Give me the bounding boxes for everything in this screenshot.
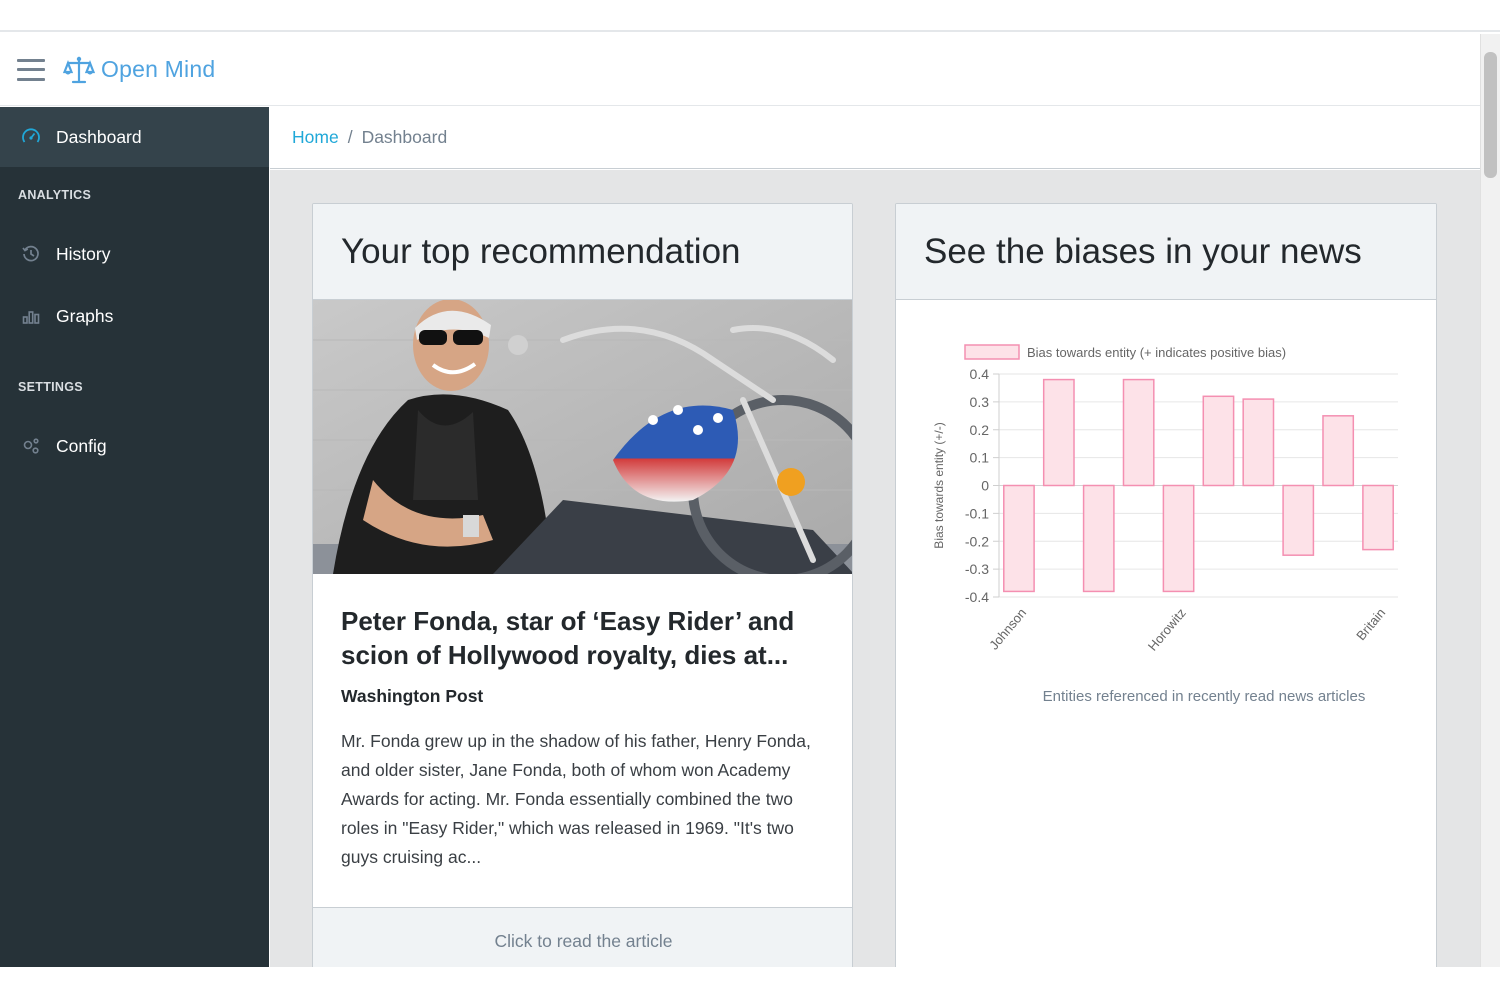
y-tick-label: 0.2: [970, 422, 990, 438]
sidebar: Dashboard ANALYTICS History Graphs SETTI…: [0, 107, 269, 967]
scales-icon: [63, 56, 95, 83]
article-excerpt: Mr. Fonda grew up in the shadow of his f…: [341, 731, 811, 867]
bias-chart-svg: 0.4 0.3 0.2 0.1 0 -0.1 -0.2 -0.3 -0.4 Bias toward…: [932, 344, 1398, 654]
bias-card: See the biases in your news 0.4 0.3 0.2 0.1…: [895, 203, 1437, 973]
brand-name: Open Mind: [101, 56, 216, 82]
x-tick-label: Horowitz: [1145, 605, 1189, 653]
chart-bar: [1362, 484, 1394, 551]
gears-icon: [20, 435, 42, 457]
article-photo[interactable]: [313, 300, 853, 574]
sidebar-item-dashboard[interactable]: Dashboard: [0, 107, 269, 167]
chart-bar: [1042, 378, 1075, 487]
bias-chart: 0.4 0.3 0.2 0.1 0 -0.1 -0.2 -0.3 -0.4 Bias toward…: [896, 301, 1436, 901]
bottom-strip: [0, 967, 1500, 1000]
y-tick-label: -0.4: [965, 589, 989, 605]
browser-top-strip: [0, 0, 1500, 32]
legend-swatch: [964, 344, 1020, 360]
main-content: Your top recommendation Peter Fonda, sta…: [270, 170, 1480, 973]
breadcrumb-separator: /: [347, 127, 353, 147]
speedometer-icon: [20, 126, 42, 148]
y-tick-label: -0.2: [965, 533, 989, 549]
sidebar-section-title-analytics: ANALYTICS: [18, 188, 92, 202]
sidebar-item-label: Dashboard: [56, 126, 142, 147]
chart-bar: [1242, 398, 1275, 487]
app-header: Open Mind: [0, 34, 1480, 106]
article-source: Washington Post: [341, 686, 484, 706]
legend-label: Bias towards entity (+ indicates positiv…: [1027, 345, 1286, 360]
x-tick-label: Britain: [1353, 605, 1388, 643]
article-body: Peter Fonda, star of ‘Easy Rider’ and sc…: [313, 574, 852, 872]
sidebar-section-title-settings: SETTINGS: [18, 380, 83, 394]
recommendation-card: Your top recommendation Peter Fonda, sta…: [312, 203, 853, 973]
y-axis-label: Bias towards entity (+/-): [932, 422, 946, 548]
sidebar-item-label: History: [56, 243, 111, 264]
bar-chart-icon: [20, 305, 42, 327]
sidebar-item-label: Graphs: [56, 305, 114, 326]
y-tick-label: -0.3: [965, 561, 989, 577]
sidebar-item-history[interactable]: History: [0, 223, 269, 285]
breadcrumb: Home / Dashboard: [270, 107, 1480, 169]
chart-caption: Entities referenced in recently read new…: [1042, 688, 1366, 705]
y-tick-label: -0.1: [965, 505, 989, 521]
sidebar-item-graphs[interactable]: Graphs: [0, 285, 269, 347]
chart-bar: [1322, 415, 1355, 487]
recommendation-card-header: Your top recommendation: [313, 204, 852, 300]
brand-logo[interactable]: Open Mind: [63, 55, 215, 85]
chart-bar: [1202, 395, 1235, 487]
sidebar-item-label: Config: [56, 435, 107, 456]
sidebar-item-config[interactable]: Config: [0, 415, 269, 477]
y-tick-label: 0: [981, 478, 989, 494]
chart-bar: [1282, 484, 1315, 556]
chart-bar: [1082, 484, 1115, 593]
article-title[interactable]: Peter Fonda, star of ‘Easy Rider’ and sc…: [341, 604, 824, 672]
chart-bar: [1162, 484, 1195, 593]
history-icon: [20, 243, 42, 265]
x-tick-label: Johnson: [986, 605, 1029, 652]
read-article-link[interactable]: Click to read the article: [313, 907, 852, 972]
hamburger-menu-icon[interactable]: [17, 58, 45, 81]
y-tick-label: 0.4: [970, 366, 990, 382]
breadcrumb-current: Dashboard: [361, 127, 448, 147]
y-tick-label: 0.1: [970, 450, 990, 466]
page-scrollbar[interactable]: [1480, 34, 1500, 967]
scrollbar-thumb[interactable]: [1484, 52, 1497, 178]
breadcrumb-home-link[interactable]: Home: [292, 127, 339, 148]
y-tick-label: 0.3: [970, 394, 990, 410]
chart-bar: [1003, 484, 1035, 593]
chart-bar: [1122, 378, 1155, 487]
bias-card-header: See the biases in your news: [896, 204, 1436, 300]
